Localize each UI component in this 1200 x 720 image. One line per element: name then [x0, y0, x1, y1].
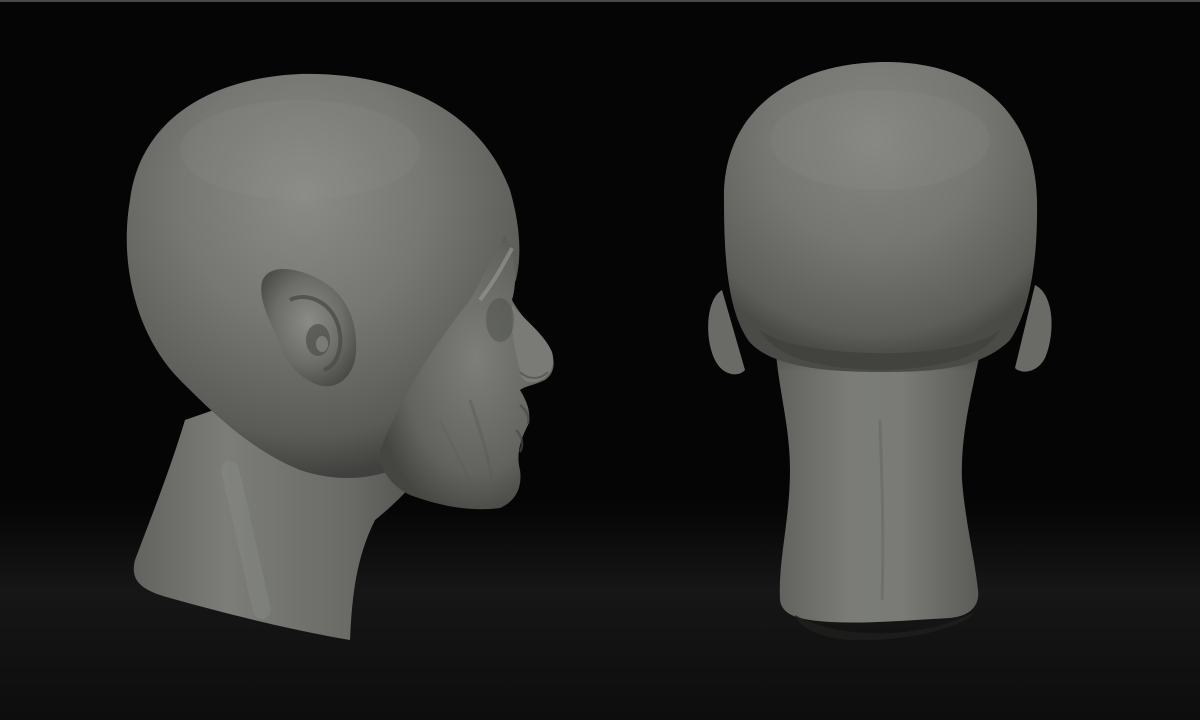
head-side-view[interactable] [126, 73, 554, 640]
sculpt-canvas [126, 61, 1052, 641]
head-back-view[interactable] [708, 61, 1052, 641]
sculpt-viewport[interactable] [0, 0, 1200, 720]
